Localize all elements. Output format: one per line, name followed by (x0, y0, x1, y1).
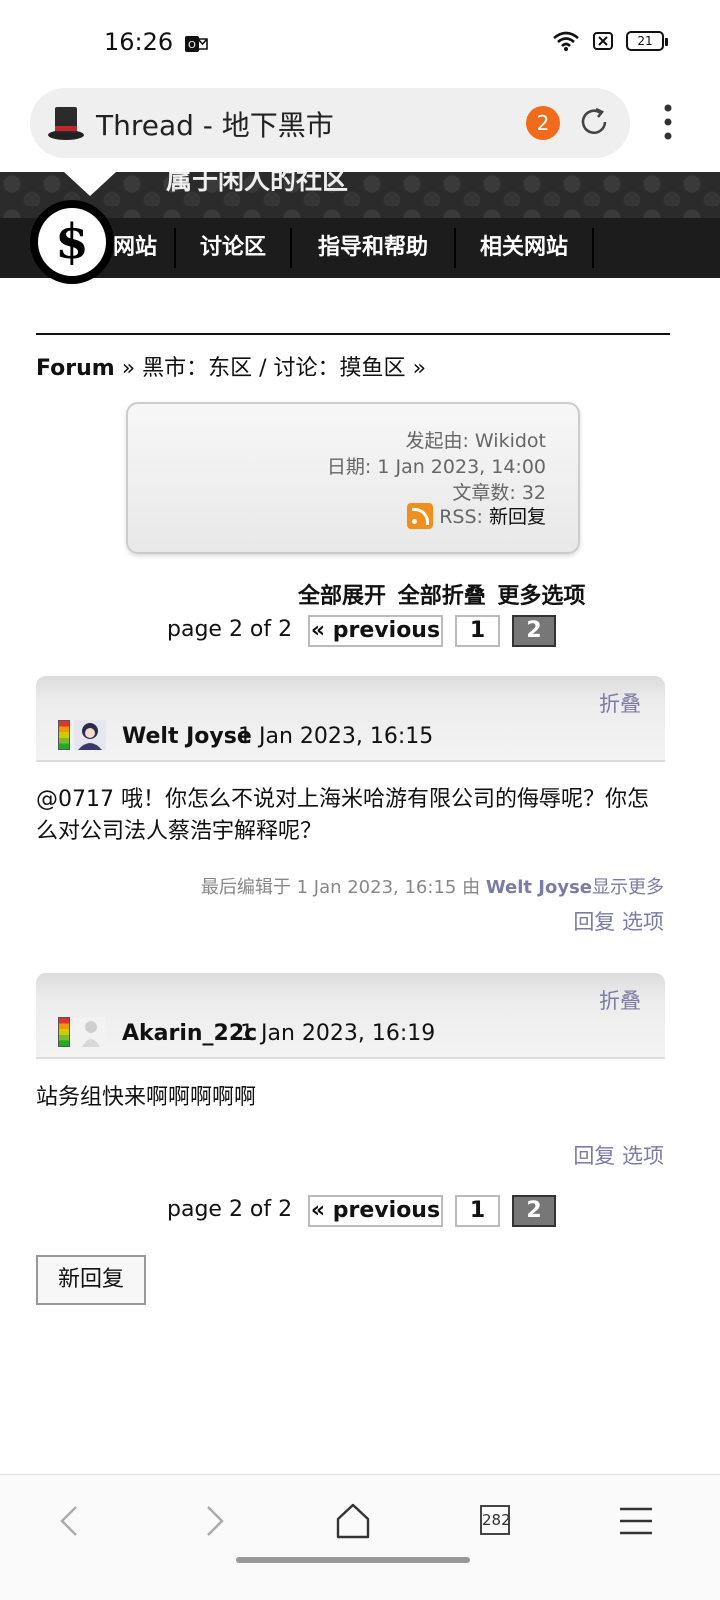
pager-label: page 2 of 2 (167, 1197, 293, 1222)
nav-item-links[interactable]: 相关网站 (456, 228, 594, 268)
wifi-icon (553, 31, 579, 51)
pager-previous[interactable]: « previous (308, 615, 443, 647)
karma-level-icon (58, 1017, 70, 1047)
rss-label: RSS: (439, 506, 483, 528)
post-edit-info: 最后编辑于 1 Jan 2023, 16:15 由 Welt Joyse显示更多 (201, 873, 664, 899)
svg-text:O: O (188, 40, 196, 51)
edit-author-link[interactable]: Welt Joyse (486, 877, 592, 898)
address-bar[interactable]: Thread - 地下黑市 2 (30, 88, 630, 158)
site-slogan: 属于闲人的社区 (166, 172, 349, 196)
status-time: 16:26 (104, 28, 174, 56)
post-date: 1 Jan 2023, 16:15 (238, 724, 434, 749)
post-date: 1 Jan 2023, 16:19 (240, 1021, 436, 1046)
breadcrumb: Forum » 黑市：东区 / 讨论：摸鱼区 » (36, 350, 426, 382)
nav-item-forum[interactable]: 讨论区 (176, 228, 292, 268)
tabs-count-button[interactable]: 282 (480, 1505, 511, 1535)
reply-link[interactable]: 回复 (573, 1144, 615, 1168)
breadcrumb-forum-link[interactable]: Forum (36, 356, 115, 381)
home-indicator[interactable] (236, 1557, 470, 1563)
status-bar: 16:26 O 21 (0, 0, 720, 86)
pager-page-1[interactable]: 1 (455, 1195, 500, 1227)
show-more-link[interactable]: 显示更多 (592, 877, 664, 898)
rss-new-replies-link[interactable]: 新回复 (489, 506, 546, 528)
thread-date: 日期: 1 Jan 2023, 14:00 (326, 456, 546, 478)
options-link[interactable]: 选项 (622, 910, 664, 934)
thread-post-count: 文章数: 32 (452, 482, 546, 504)
thread-info-box: 发起由: Wikidot 日期: 1 Jan 2023, 14:00 文章数: … (126, 402, 580, 554)
new-reply-button[interactable]: 新回复 (36, 1255, 146, 1305)
page-title: Thread - 地下黑市 (96, 109, 334, 142)
more-options-link[interactable]: 更多选项 (497, 584, 585, 609)
pager-page-1[interactable]: 1 (455, 615, 500, 647)
unfold-all-link[interactable]: 全部展开 (298, 584, 386, 609)
thread-started-by: 发起由: Wikidot (405, 430, 546, 452)
site-header: 属于闲人的社区 (0, 172, 720, 218)
header-notch (64, 172, 116, 196)
post-author[interactable]: Akarin_22c (122, 1021, 257, 1046)
edit-prefix: 最后编辑于 1 Jan 2023, 16:15 由 (200, 877, 481, 898)
post-author[interactable]: Welt Joyse (122, 724, 252, 749)
thread-rss: RSS: 新回复 (407, 502, 546, 531)
back-icon[interactable] (50, 1501, 90, 1541)
forward-icon[interactable] (194, 1501, 234, 1541)
karma-level-icon (58, 720, 70, 750)
nav-item-help[interactable]: 指导和帮助 (292, 228, 456, 268)
post-content: 站务组快来啊啊啊啊啊 (36, 1085, 257, 1110)
pager-previous[interactable]: « previous (308, 1195, 443, 1227)
pager-page-2: 2 (512, 1195, 556, 1227)
top-hat-icon (48, 107, 84, 140)
more-menu-icon[interactable] (660, 102, 676, 142)
mail-notification-icon: O (185, 36, 208, 52)
fold-all-link[interactable]: 全部折叠 (398, 584, 486, 609)
reload-icon[interactable] (576, 104, 612, 140)
no-sim-icon (593, 32, 613, 50)
pager-page-2: 2 (512, 615, 556, 647)
post-actions: 回复 选项 (573, 906, 664, 936)
user-avatar[interactable] (74, 720, 106, 750)
battery-icon: 21 (626, 31, 668, 51)
post-actions: 回复 选项 (573, 1140, 664, 1170)
home-icon[interactable] (333, 1501, 373, 1541)
divider (36, 333, 670, 335)
user-avatar[interactable] (74, 1017, 106, 1047)
site-logo[interactable]: $ (30, 200, 114, 284)
breadcrumb-separator-end: » (412, 356, 427, 381)
rss-icon[interactable] (407, 502, 434, 529)
fold-link[interactable]: 折叠 (599, 985, 641, 1015)
logo-dollar-glyph: $ (38, 208, 106, 276)
notification-badge[interactable]: 2 (526, 106, 560, 140)
options-link[interactable]: 选项 (622, 1144, 664, 1168)
status-icons: 21 (552, 30, 668, 52)
thread-options: 全部展开 全部折叠 更多选项 (298, 578, 589, 610)
post-header: 折叠 Welt Joyse 1 Jan 2023, 16:15 (36, 676, 665, 762)
post-content: @0717 哦！你怎么不说对上海米哈游有限公司的侮辱呢？你怎么对公司法人蔡浩宇解… (36, 787, 649, 844)
reply-link[interactable]: 回复 (573, 910, 615, 934)
breadcrumb-path[interactable]: 黑市：东区 / 讨论：摸鱼区 (142, 356, 405, 381)
breadcrumb-separator: » (121, 356, 136, 381)
fold-link[interactable]: 折叠 (599, 688, 641, 718)
browser-bottom-bar: 282 (0, 1474, 720, 1600)
pager-label: page 2 of 2 (167, 617, 293, 642)
hamburger-menu-icon[interactable] (616, 1501, 656, 1541)
post-header: 折叠 Akarin_22c 1 Jan 2023, 16:19 (36, 973, 665, 1059)
